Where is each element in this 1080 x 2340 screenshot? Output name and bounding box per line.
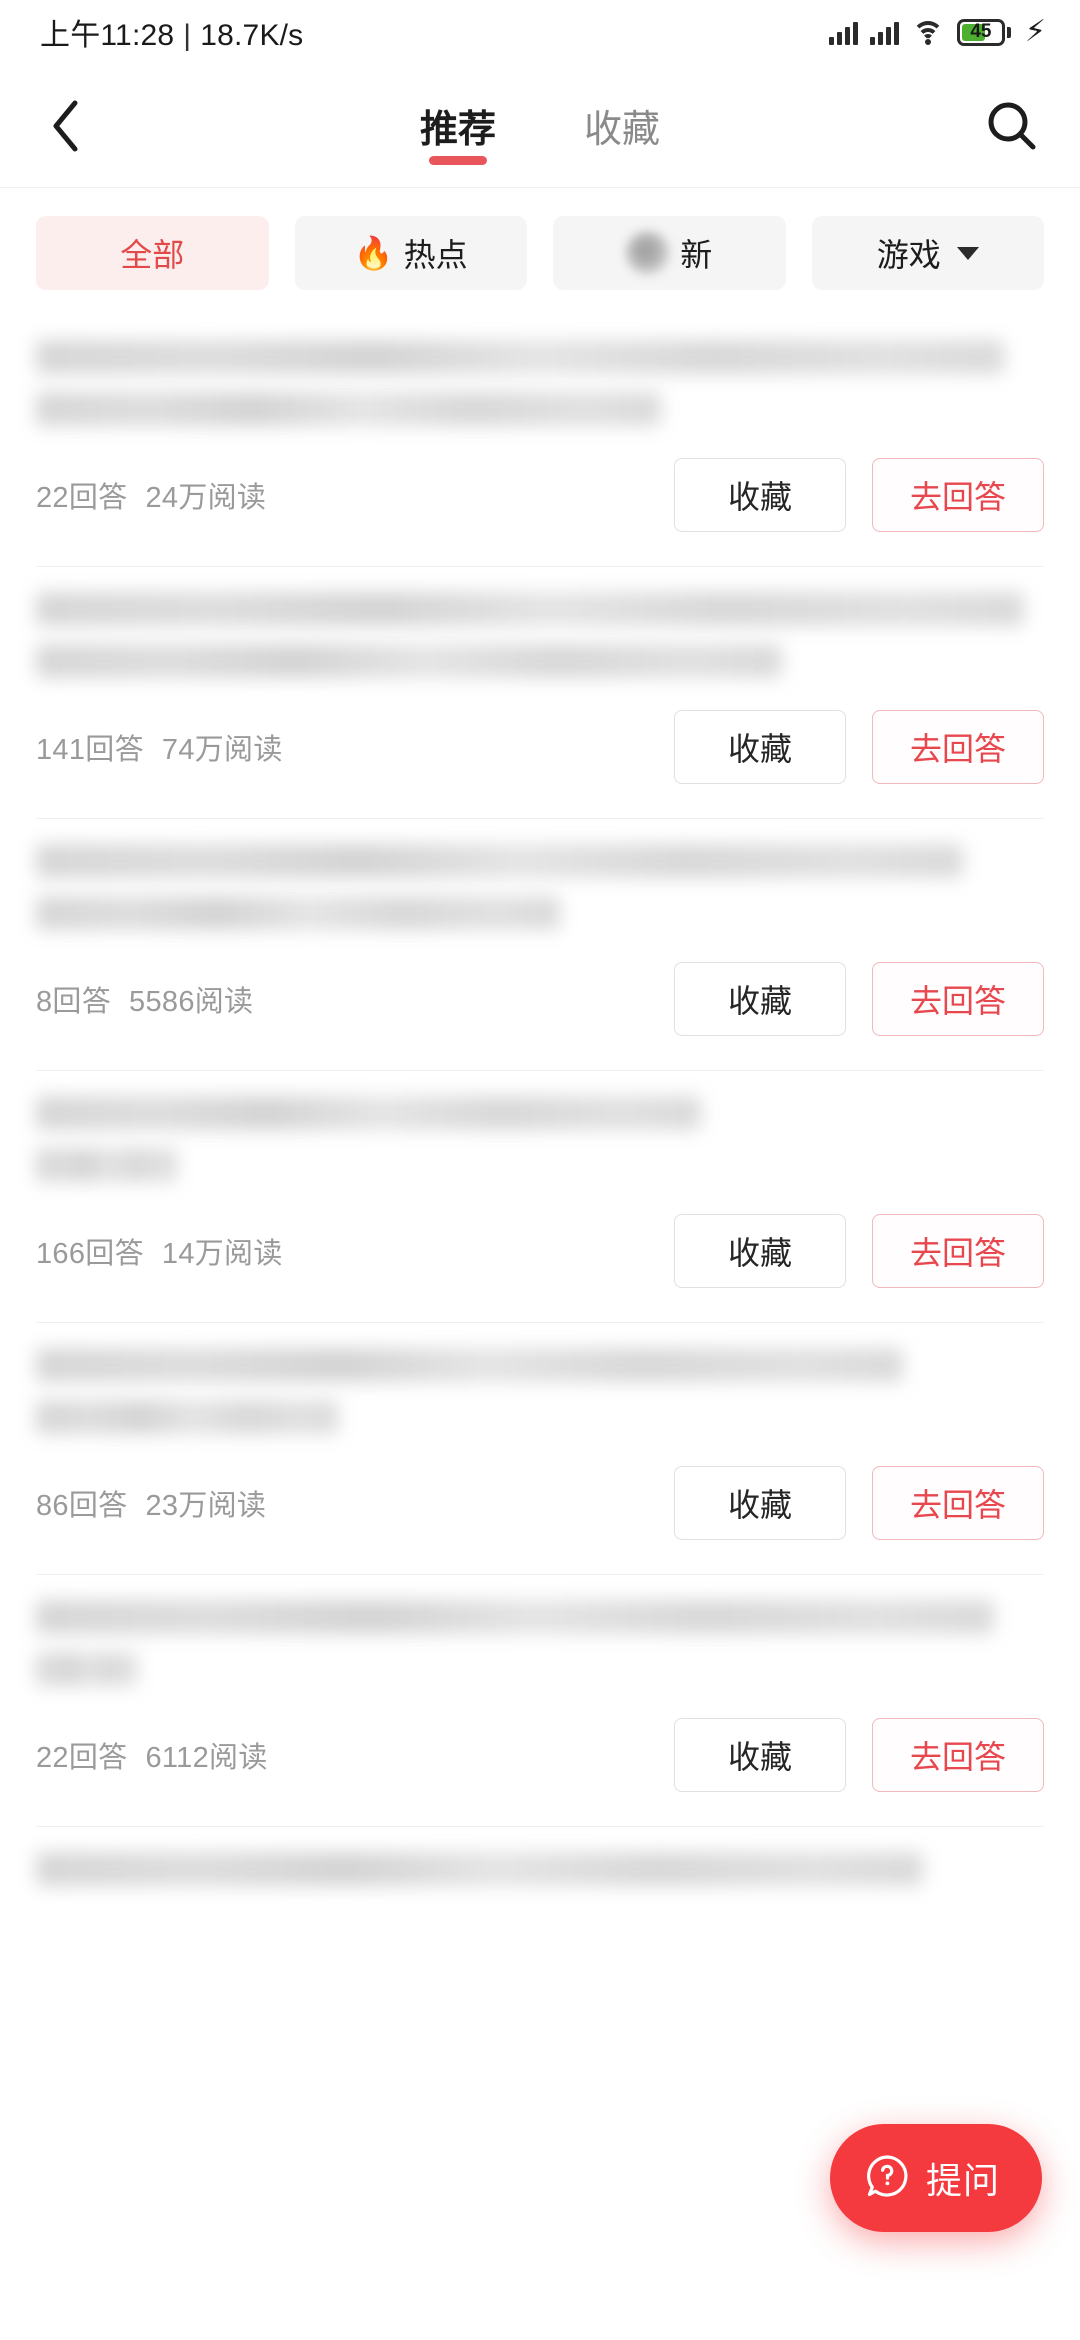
filter-chip-new[interactable]: 新	[553, 216, 786, 290]
table-row[interactable]: 141回答 74万阅读 收藏 去回答	[0, 566, 1080, 818]
read-count: 74万阅读	[161, 734, 283, 766]
favorite-button[interactable]: 收藏	[674, 1214, 846, 1288]
question-title-redacted	[36, 818, 1044, 930]
nav-bar: 推荐 收藏	[0, 64, 1080, 188]
question-bubble-icon	[864, 2153, 910, 2204]
read-count: 6112阅读	[145, 1742, 268, 1774]
favorite-button[interactable]: 收藏	[674, 710, 846, 784]
filter-chip-hot-label: 热点	[403, 237, 468, 273]
ask-question-fab[interactable]: 提问	[829, 2124, 1042, 2232]
question-title-redacted	[36, 1322, 1044, 1434]
row-stats: 22回答 6112阅读	[36, 1734, 268, 1776]
filter-chip-hot[interactable]: 🔥 热点	[294, 216, 527, 290]
network-speed: 18.7K/s	[200, 19, 304, 52]
battery-percent: 45	[970, 21, 992, 42]
wifi-icon	[911, 19, 945, 45]
filter-chip-game-label: 游戏	[876, 237, 941, 273]
read-count: 14万阅读	[161, 1238, 283, 1270]
table-row[interactable]: 22回答 24万阅读 收藏 去回答	[0, 314, 1080, 566]
question-title-redacted	[36, 566, 1044, 678]
chevron-down-icon	[956, 246, 979, 260]
filter-chip-game[interactable]: 游戏	[811, 216, 1044, 290]
go-answer-button[interactable]: 去回答	[872, 1466, 1044, 1540]
tab-recommend-label: 推荐	[419, 109, 496, 151]
row-actions: 收藏 去回答	[674, 1466, 1044, 1540]
charging-bolt-icon: ⚡	[1024, 15, 1046, 48]
row-actions: 收藏 去回答	[674, 1214, 1044, 1288]
table-row[interactable]: 86回答 23万阅读 收藏 去回答	[0, 1322, 1080, 1574]
row-stats-actions: 86回答 23万阅读 收藏 去回答	[36, 1452, 1044, 1574]
question-title-redacted	[36, 314, 1044, 426]
blurred-icon	[626, 231, 671, 275]
battery-icon: 45	[956, 18, 1011, 46]
row-stats: 22回答 24万阅读	[36, 474, 266, 516]
flame-icon: 🔥	[353, 235, 394, 271]
signal-icon-2	[869, 19, 899, 45]
favorite-button[interactable]: 收藏	[674, 1718, 846, 1792]
tab-favorites[interactable]: 收藏	[584, 64, 660, 187]
bottom-fade	[0, 2292, 1080, 2340]
answer-count: 22回答	[36, 482, 128, 514]
go-answer-button[interactable]: 去回答	[872, 710, 1044, 784]
question-title-redacted	[36, 1574, 1044, 1686]
row-actions: 收藏 去回答	[674, 1718, 1044, 1792]
row-stats: 8回答 5586阅读	[36, 978, 253, 1020]
ask-question-label: 提问	[925, 2160, 1000, 2201]
answer-count: 141回答	[36, 734, 144, 766]
search-icon[interactable]	[984, 98, 1040, 154]
row-stats-actions: 166回答 14万阅读 收藏 去回答	[36, 1200, 1044, 1322]
row-stats: 166回答 14万阅读	[36, 1230, 283, 1272]
row-actions: 收藏 去回答	[674, 458, 1044, 532]
filter-chip-new-label: 新	[680, 237, 713, 273]
go-answer-button[interactable]: 去回答	[872, 458, 1044, 532]
row-stats-actions: 22回答 6112阅读 收藏 去回答	[36, 1704, 1044, 1826]
status-separator: |	[183, 19, 192, 52]
table-row[interactable]: 8回答 5586阅读 收藏 去回答	[0, 818, 1080, 1070]
read-count: 5586阅读	[129, 986, 254, 1018]
go-answer-button[interactable]: 去回答	[872, 1718, 1044, 1792]
table-row-partial[interactable]	[0, 1826, 1080, 1886]
row-stats: 141回答 74万阅读	[36, 726, 283, 768]
signal-icon	[828, 19, 858, 45]
question-title-redacted	[36, 1826, 1044, 1886]
favorite-button[interactable]: 收藏	[674, 962, 846, 1036]
answer-count: 166回答	[36, 1238, 144, 1270]
filter-chip-all-label: 全部	[120, 237, 185, 273]
go-answer-button[interactable]: 去回答	[872, 1214, 1044, 1288]
row-stats-actions: 8回答 5586阅读 收藏 去回答	[36, 948, 1044, 1070]
question-title-redacted	[36, 1070, 1044, 1182]
favorite-button[interactable]: 收藏	[674, 458, 846, 532]
table-row[interactable]: 166回答 14万阅读 收藏 去回答	[0, 1070, 1080, 1322]
read-count: 23万阅读	[145, 1490, 267, 1522]
filter-chip-all[interactable]: 全部	[36, 216, 269, 290]
back-chevron-icon[interactable]	[40, 100, 92, 152]
read-count: 24万阅读	[145, 482, 267, 514]
row-stats-actions: 141回答 74万阅读 收藏 去回答	[36, 696, 1044, 818]
status-bar-left: 上午11:28 | 18.7K/s	[40, 10, 303, 54]
filter-chips: 全部 🔥 热点 新 游戏	[0, 188, 1080, 314]
status-time: 上午11:28	[40, 19, 175, 52]
table-row[interactable]: 22回答 6112阅读 收藏 去回答	[0, 1574, 1080, 1826]
status-bar: 上午11:28 | 18.7K/s 45 ⚡	[0, 0, 1080, 64]
row-stats: 86回答 23万阅读	[36, 1482, 266, 1524]
go-answer-button[interactable]: 去回答	[872, 962, 1044, 1036]
tab-favorites-label: 收藏	[584, 109, 661, 151]
question-list: 22回答 24万阅读 收藏 去回答 141回答 74万阅读 收藏 去回答 8回答…	[0, 314, 1080, 1886]
status-bar-right: 45 ⚡	[828, 15, 1046, 48]
answer-count: 86回答	[36, 1490, 128, 1522]
favorite-button[interactable]: 收藏	[674, 1466, 846, 1540]
tab-recommend[interactable]: 推荐	[420, 64, 496, 187]
nav-tabs: 推荐 收藏	[420, 64, 660, 187]
answer-count: 8回答	[36, 986, 112, 1018]
row-stats-actions: 22回答 24万阅读 收藏 去回答	[36, 444, 1044, 566]
answer-count: 22回答	[36, 1742, 128, 1774]
row-actions: 收藏 去回答	[674, 962, 1044, 1036]
row-actions: 收藏 去回答	[674, 710, 1044, 784]
